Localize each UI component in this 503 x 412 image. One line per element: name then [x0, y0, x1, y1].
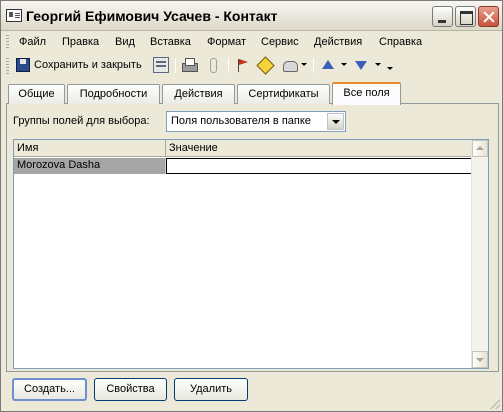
address-map-icon[interactable]	[257, 57, 273, 73]
menu-tools[interactable]: Сервис	[261, 36, 299, 48]
tab-general[interactable]: Общие	[8, 84, 65, 104]
title-bar[interactable]: Георгий Ефимович Усачев - Контакт	[1, 1, 502, 31]
window-title: Георгий Ефимович Усачев - Контакт	[26, 8, 278, 24]
tab-activities[interactable]: Действия	[162, 84, 235, 104]
previous-item-icon[interactable]	[320, 57, 336, 73]
toolbar-separator	[228, 58, 229, 73]
field-value-cell[interactable]	[166, 158, 473, 174]
close-button[interactable]	[478, 6, 499, 27]
toolbar-options-icon[interactable]	[387, 67, 393, 70]
properties-button[interactable]: Свойства	[94, 378, 167, 401]
menu-edit[interactable]: Правка	[62, 36, 99, 48]
tab-certificates[interactable]: Сертификаты	[237, 84, 330, 104]
previous-dropdown-icon[interactable]	[341, 63, 347, 66]
vertical-scrollbar[interactable]	[471, 140, 488, 368]
toolbar-separator	[313, 58, 314, 73]
contact-card-icon	[6, 9, 22, 22]
resize-grip-icon[interactable]	[490, 399, 500, 409]
fields-grid[interactable]: Имя Значение Morozova Dasha	[13, 139, 489, 369]
tab-strip: Общие Подробности Действия Сертификаты В…	[8, 82, 498, 105]
save-icon	[16, 58, 30, 72]
field-group-label: Группы полей для выбора:	[13, 115, 150, 127]
table-row[interactable]: Morozova Dasha	[14, 158, 473, 174]
next-dropdown-icon[interactable]	[375, 63, 381, 66]
scroll-up-icon[interactable]	[472, 140, 488, 157]
flag-icon[interactable]	[235, 57, 251, 73]
menu-view[interactable]: Вид	[115, 36, 135, 48]
call-icon[interactable]	[282, 57, 298, 73]
attach-icon[interactable]	[205, 57, 221, 73]
save-and-close-button[interactable]: Сохранить и закрыть	[13, 56, 148, 75]
menu-format[interactable]: Формат	[207, 36, 246, 48]
menu-bar: Файл Правка Вид Вставка Формат Сервис Де…	[3, 32, 500, 53]
tab-all-fields[interactable]: Все поля	[332, 82, 401, 105]
print-icon[interactable]	[181, 57, 198, 73]
menu-help[interactable]: Справка	[379, 36, 422, 48]
tab-details[interactable]: Подробности	[67, 84, 160, 104]
standard-toolbar: Сохранить и закрыть	[3, 54, 500, 77]
field-group-selected: Поля пользователя в папке	[171, 115, 311, 127]
menu-insert[interactable]: Вставка	[150, 36, 191, 48]
menubar-grip-icon[interactable]	[6, 35, 9, 50]
column-header-name[interactable]: Имя	[14, 140, 166, 157]
create-button[interactable]: Создать...	[12, 378, 87, 401]
menu-actions[interactable]: Действия	[314, 36, 362, 48]
save-and-close-label: Сохранить и закрыть	[34, 59, 142, 71]
field-name-cell[interactable]: Morozova Dasha	[14, 158, 166, 174]
maximize-button[interactable]	[455, 6, 476, 27]
next-item-icon[interactable]	[353, 57, 369, 73]
toolbar-separator	[175, 58, 176, 73]
delete-button[interactable]: Удалить	[174, 378, 248, 401]
contact-window: Георгий Ефимович Усачев - Контакт Файл П…	[0, 0, 503, 412]
column-header-value[interactable]: Значение	[166, 140, 473, 157]
menu-file[interactable]: Файл	[19, 36, 46, 48]
call-dropdown-icon[interactable]	[301, 63, 307, 66]
minimize-button[interactable]	[432, 6, 453, 27]
contact-card-icon[interactable]	[153, 57, 169, 73]
toolbar-grip-icon[interactable]	[6, 58, 9, 74]
chevron-down-icon[interactable]	[327, 113, 344, 130]
scroll-down-icon[interactable]	[472, 351, 488, 368]
field-group-select[interactable]: Поля пользователя в папке	[166, 111, 346, 132]
